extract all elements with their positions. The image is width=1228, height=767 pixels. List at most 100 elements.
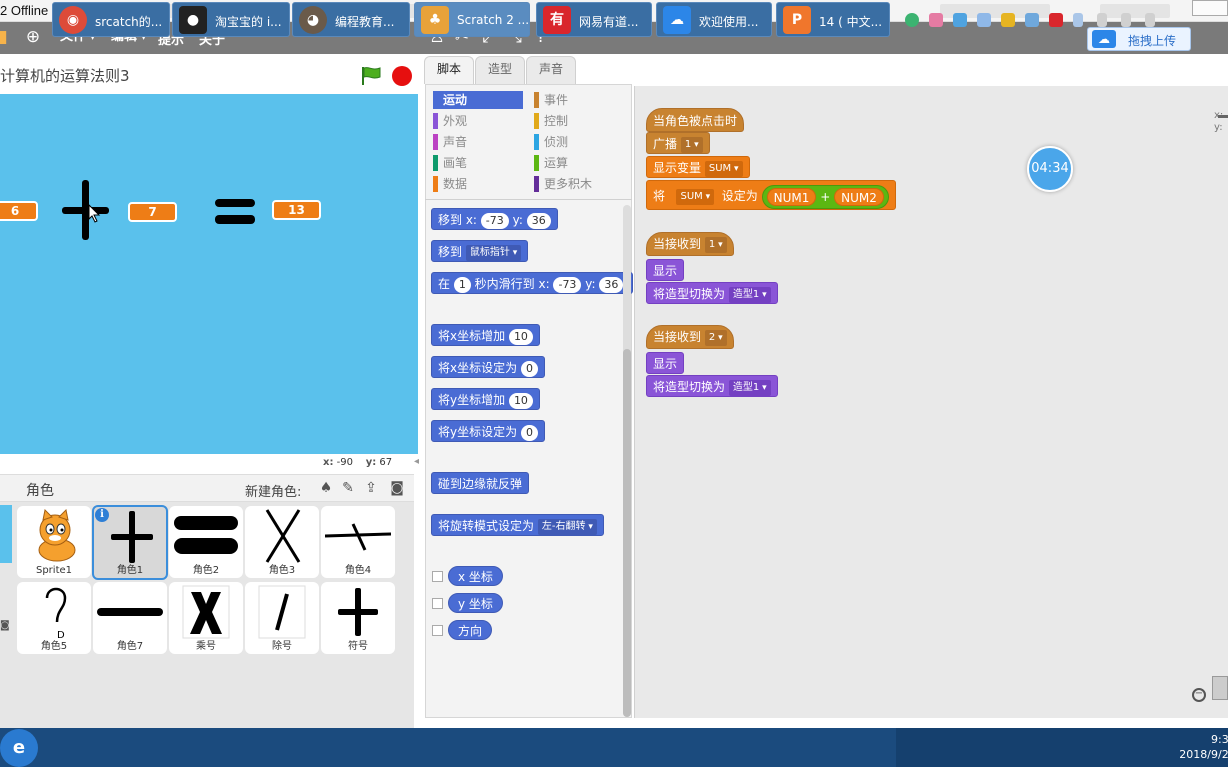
reporter-num1[interactable]: NUM1 — [766, 188, 817, 206]
block-glide[interactable]: 在 1 秒内滑行到 x: -73 y: 36 — [431, 272, 633, 294]
hat-when-sprite-clicked[interactable]: 当角色被点击时 — [646, 108, 745, 132]
block-show-variable[interactable]: 显示变量 SUM — [646, 156, 750, 178]
tray-qq-icon[interactable] — [1001, 13, 1015, 27]
zoom-control[interactable] — [1212, 676, 1228, 700]
tab-costumes[interactable]: 造型 — [475, 56, 525, 84]
tray-youdao-icon[interactable] — [1049, 13, 1063, 27]
taskbar-item-chat[interactable]: ◕ 编程教育... — [292, 2, 410, 37]
block-rotation-style[interactable]: 将旋转模式设定为 左-右翻转 — [431, 514, 604, 536]
reporter-direction[interactable]: 方向 — [448, 620, 493, 640]
taskbar-item-baidu[interactable]: ☁ 欢迎使用... — [656, 2, 772, 37]
upload-sprite-icon[interactable]: ⇪ — [362, 480, 380, 498]
checkbox-y-position[interactable] — [432, 598, 443, 609]
hat-when-receive[interactable]: 当接收到 1 — [646, 232, 734, 256]
reporter-num2[interactable]: NUM2 — [834, 188, 884, 206]
sprite-tile[interactable]: D 角色5 — [17, 582, 91, 654]
globe-icon[interactable]: ⊕ — [24, 27, 42, 47]
stage[interactable]: 6 7 13 — [0, 94, 418, 454]
stop-button[interactable] — [392, 66, 412, 86]
checkbox-x-position[interactable] — [432, 571, 443, 582]
stage-thumbnail[interactable] — [0, 505, 12, 563]
slash-sprite-thumbnail — [258, 585, 306, 639]
chrome-icon: ◉ — [59, 6, 87, 34]
equals-sprite-thumbnail — [174, 516, 238, 554]
hat-when-receive[interactable]: 当接收到 2 — [646, 325, 734, 349]
block-goto-xy[interactable]: 移到 x: -73 y: 36 — [431, 208, 558, 230]
block-bounce[interactable]: 碰到边缘就反弹 — [431, 472, 530, 494]
tray-doc-icon[interactable] — [977, 13, 991, 27]
qq-penguin-icon: ● — [179, 6, 207, 34]
category-more-blocks[interactable]: 更多积木 — [534, 175, 614, 193]
choose-sprite-library-icon[interactable]: ♠ — [317, 480, 335, 498]
variable-monitor-result: 13 — [272, 200, 321, 220]
block-set-y[interactable]: 将y坐标设定为 0 — [431, 420, 545, 442]
times-sprite-thumbnail — [182, 585, 230, 639]
camera-icon[interactable]: ◙ — [388, 480, 406, 498]
taskbar-item-chrome[interactable]: ◉ srcatch的... — [52, 2, 170, 37]
variable-monitor-middle: 7 — [128, 202, 177, 222]
sprite-tile-selected[interactable]: i 角色1 — [92, 505, 168, 580]
category-events[interactable]: 事件 — [534, 91, 614, 109]
tray-app-icon[interactable] — [929, 13, 943, 27]
tab-sounds[interactable]: 声音 — [526, 56, 576, 84]
operator-add[interactable]: NUM1 + NUM2 — [761, 184, 889, 209]
block-switch-costume[interactable]: 将造型切换为 造型1 — [646, 282, 778, 304]
green-flag-icon[interactable] — [360, 66, 382, 86]
battery-icon[interactable] — [1097, 13, 1107, 27]
scrollbar-thumb[interactable] — [623, 349, 631, 717]
bluetooth-icon[interactable] — [1073, 13, 1083, 27]
block-change-y[interactable]: 将y坐标增加 10 — [431, 388, 540, 410]
tray-cloud-icon[interactable] — [953, 13, 967, 27]
tray-app-icon[interactable] — [1025, 13, 1039, 27]
sprite-tile-sprite1[interactable]: Sprite1 — [17, 506, 91, 578]
category-control[interactable]: 控制 — [534, 112, 614, 130]
block-broadcast[interactable]: 广播 1 — [646, 132, 710, 154]
category-operators[interactable]: 运算 — [534, 154, 614, 172]
collapse-arrow-icon[interactable]: ◂ — [414, 456, 424, 472]
block-switch-costume[interactable]: 将造型切换为 造型1 — [646, 375, 778, 397]
cat-sprite-thumbnail — [38, 508, 76, 562]
sprite-tile[interactable]: 角色4 — [321, 506, 395, 578]
sprite-tile[interactable]: 角色3 — [245, 506, 319, 578]
sprite-tile[interactable]: 角色7 — [93, 582, 167, 654]
reporter-y-position[interactable]: y 坐标 — [448, 593, 503, 613]
category-sound[interactable]: 声音 — [433, 133, 523, 151]
sprite-tile[interactable]: 符号 — [321, 582, 395, 654]
category-data[interactable]: 数据 — [433, 175, 523, 193]
camera-icon[interactable]: ◙ — [0, 620, 12, 634]
clock-date: 2018/9/2 — [1179, 748, 1228, 761]
reporter-x-position[interactable]: x 坐标 — [448, 566, 503, 586]
taskbar-item-youdao[interactable]: 有 网易有道... — [536, 2, 652, 37]
taskbar-item-scratch[interactable]: ♣ Scratch 2 ... — [414, 2, 530, 37]
sprite-tile[interactable]: 乘号 — [169, 582, 243, 654]
paint-brush-icon[interactable]: ✎ — [339, 480, 357, 498]
sprite-tile[interactable]: 角色2 — [169, 506, 243, 578]
network-icon[interactable] — [1121, 13, 1131, 27]
category-looks[interactable]: 外观 — [433, 112, 523, 130]
palette-scrollbar[interactable] — [623, 205, 631, 717]
volume-icon[interactable] — [1145, 13, 1155, 27]
block-show[interactable]: 显示 — [646, 352, 685, 374]
start-button-icon[interactable]: e — [0, 729, 38, 767]
category-motion[interactable]: 运动 — [433, 91, 523, 109]
window-control-button[interactable] — [1192, 0, 1228, 16]
category-sensing[interactable]: 侦测 — [534, 133, 614, 151]
taskbar-item-qq[interactable]: ● 淘宝宝的 i... — [172, 2, 290, 37]
block-change-x[interactable]: 将x坐标增加 10 — [431, 324, 540, 346]
taskbar-item-slides[interactable]: P 14 ( 中文... — [776, 2, 890, 37]
sprite-name: 角色3 — [268, 565, 296, 576]
tab-scripts[interactable]: 脚本 — [424, 56, 474, 84]
project-title[interactable]: 计算机的运算法则3 — [0, 65, 130, 86]
system-clock[interactable]: 9:3 2018/9/2 — [1175, 732, 1228, 762]
checkbox-direction[interactable] — [432, 625, 443, 636]
sprite-tile[interactable]: 除号 — [245, 582, 319, 654]
upload-button[interactable]: ☁ 拖拽上传 — [1087, 27, 1191, 51]
block-show[interactable]: 显示 — [646, 259, 685, 281]
zoom-out-icon[interactable]: − — [1192, 688, 1206, 702]
block-goto-target[interactable]: 移到 鼠标指针 — [431, 240, 529, 262]
category-pen[interactable]: 画笔 — [433, 154, 523, 172]
block-set-x[interactable]: 将x坐标设定为 0 — [431, 356, 545, 378]
tray-app-icon[interactable] — [905, 13, 919, 27]
block-set-variable[interactable]: 将 SUM 设定为 NUM1 + NUM2 — [646, 180, 896, 210]
multiply-sprite-thumbnail — [265, 509, 301, 563]
